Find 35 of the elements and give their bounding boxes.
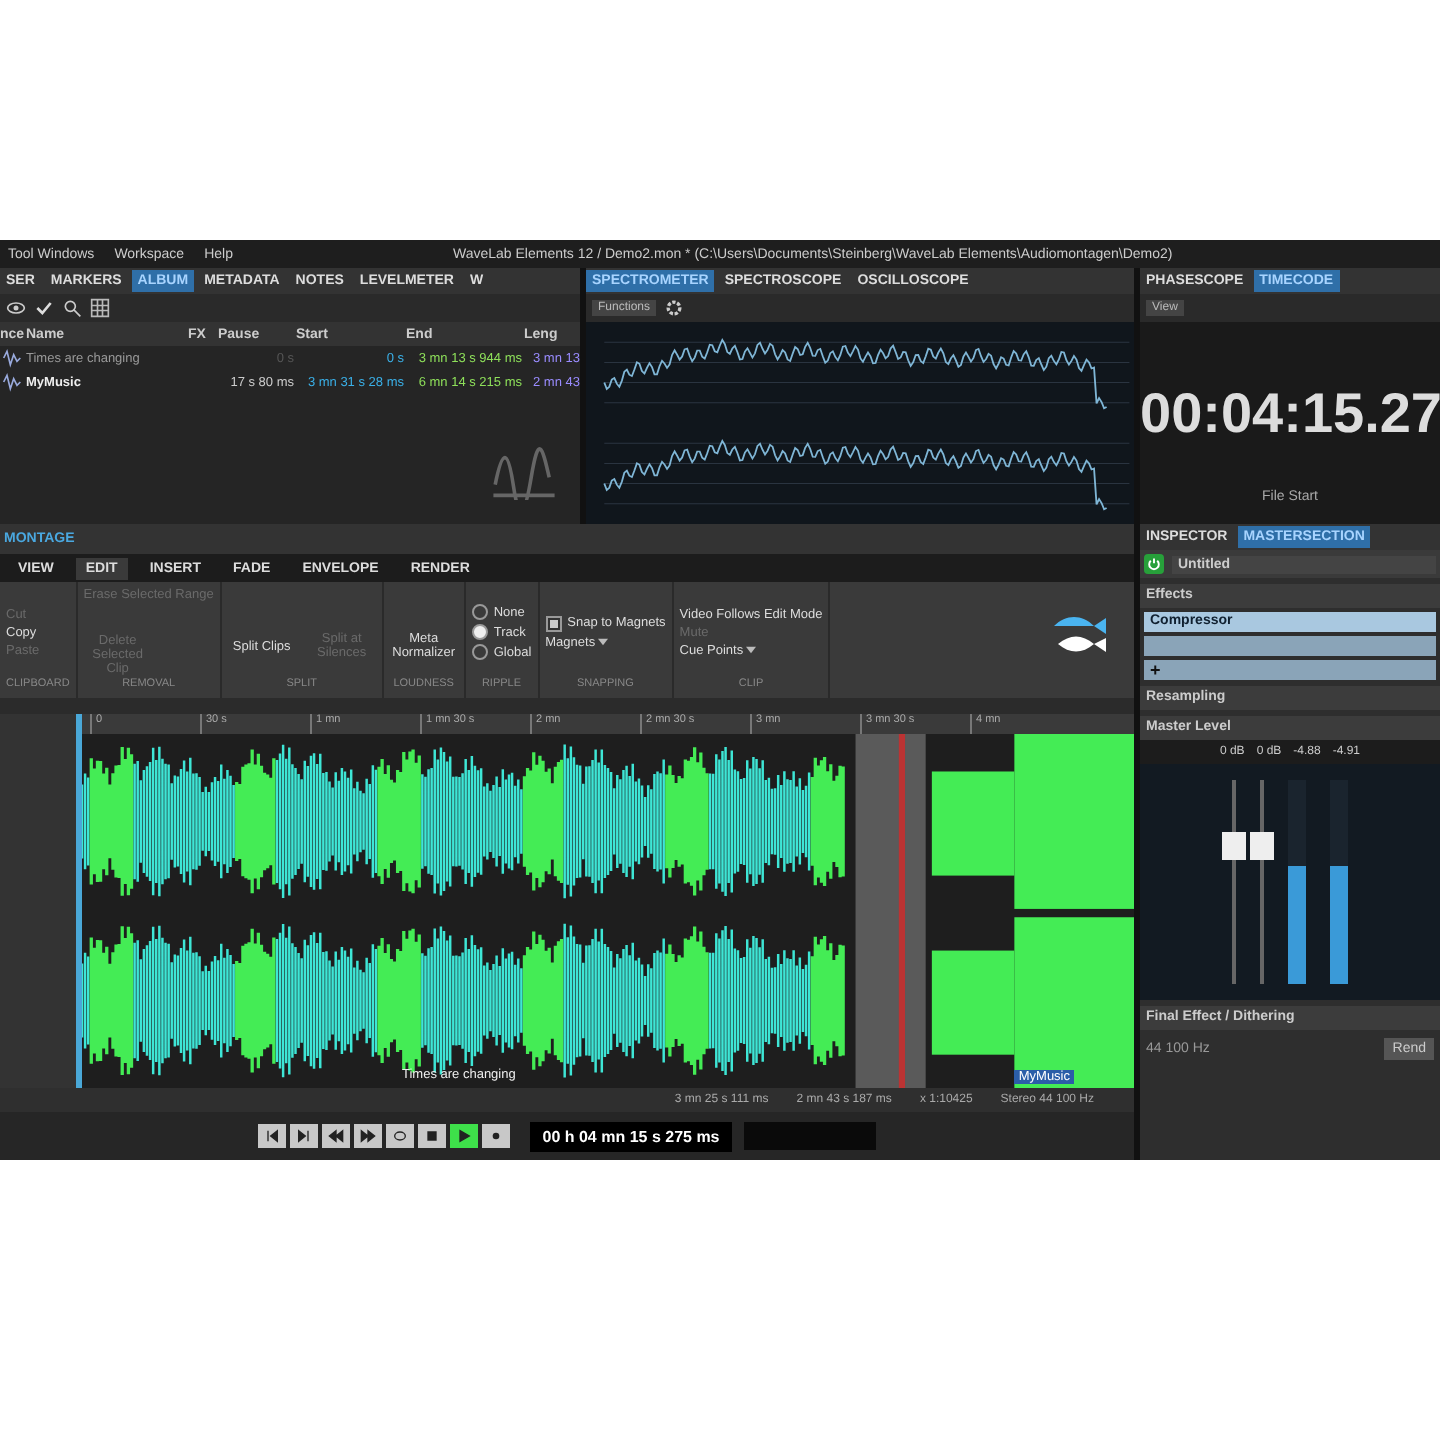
forward-icon [360,1128,377,1144]
search-icon[interactable] [62,298,82,318]
stop-icon [424,1128,441,1144]
check-icon[interactable] [34,298,54,318]
eye-icon[interactable] [6,298,26,318]
loop-icon [392,1128,409,1144]
fader-handle[interactable] [1222,831,1246,859]
radio-button[interactable] [471,624,488,640]
transport-time: 00 h 04 mn 15 s 275 ms [530,1121,732,1151]
record-icon [488,1128,505,1144]
time-display [743,1122,876,1150]
caret-icon [746,645,757,653]
rewind-icon [328,1128,345,1144]
rewind-button[interactable] [322,1124,351,1148]
to-start-icon [264,1128,281,1144]
loop-button[interactable] [386,1124,415,1148]
grid-icon[interactable] [90,298,110,318]
to-end-button[interactable] [290,1124,319,1148]
stop-button[interactable] [418,1124,447,1148]
record-button[interactable] [482,1124,511,1148]
timecode-display: 00:04:15.27 [1140,382,1440,446]
to-end-icon [296,1128,313,1144]
play-button[interactable] [450,1124,479,1148]
to-start-button[interactable] [258,1124,287,1148]
play-icon [456,1128,473,1144]
radio-button[interactable] [471,604,488,620]
wave-logo-icon [488,444,560,500]
forward-button[interactable] [354,1124,383,1148]
add-effect-button[interactable]: + [1144,660,1436,680]
settings-icon[interactable] [664,298,685,318]
power-button[interactable] [1144,554,1164,574]
caret-icon [598,637,609,645]
fader-handle[interactable] [1250,831,1274,859]
checkbox[interactable] [545,615,562,631]
radio-button[interactable] [471,644,488,660]
